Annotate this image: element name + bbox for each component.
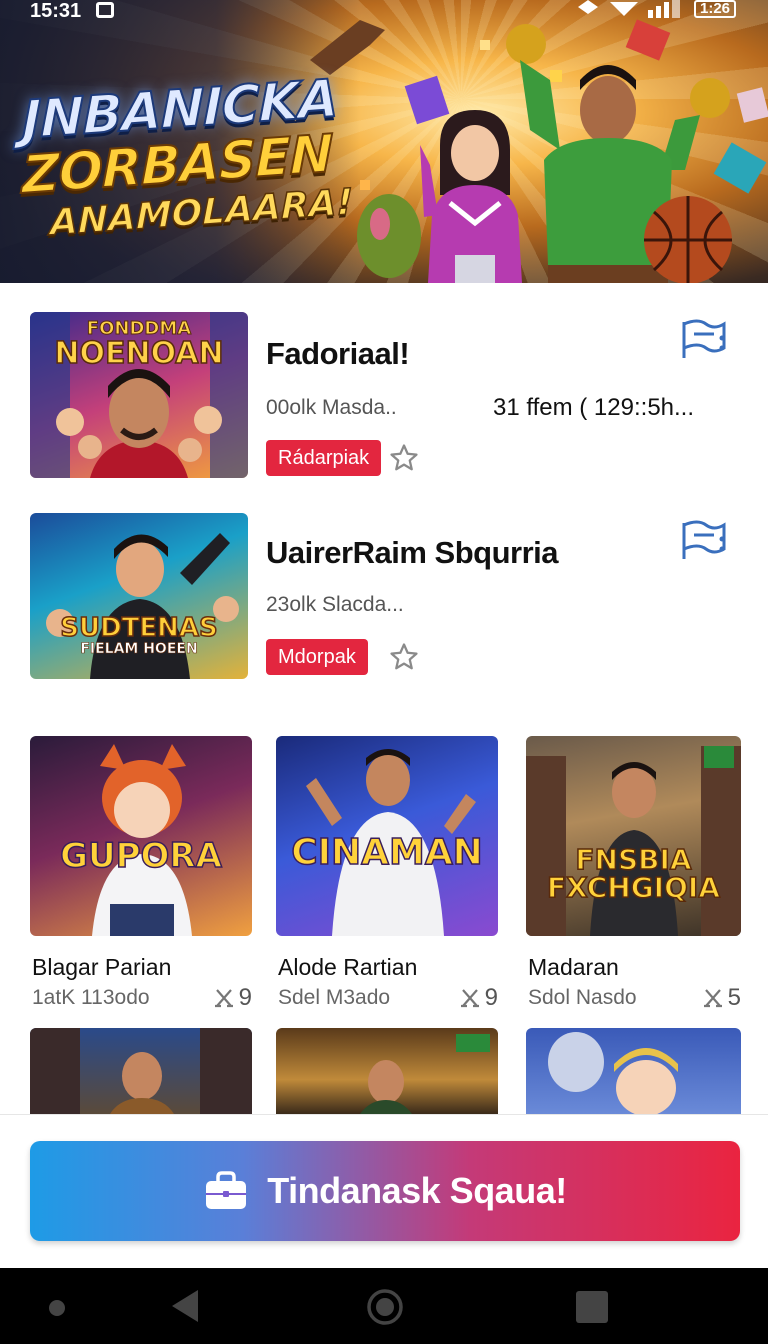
grid-card[interactable]: CINAMAN Alode Rartian Sdel M3ado 9 bbox=[276, 736, 498, 1016]
grid-card-caption: CINAMAN bbox=[290, 831, 483, 874]
grid-card-subtitle: 1atK 113odo bbox=[32, 986, 150, 1009]
grid-card-image-partial[interactable] bbox=[526, 1028, 741, 1114]
shopping-bag-icon bbox=[206, 1171, 247, 1209]
status-bar: 15:31 1:26 bbox=[0, 0, 768, 24]
status-time: 15:31 bbox=[30, 0, 82, 22]
grid-card-art bbox=[526, 746, 741, 936]
playlist-flag-icon[interactable] bbox=[680, 519, 730, 563]
notification-icon bbox=[96, 2, 114, 18]
featured-thumbnail-caption: NOENOAN bbox=[54, 335, 225, 372]
back-icon[interactable] bbox=[170, 1288, 200, 1324]
featured-thumbnail[interactable]: FONDDMA NOENOAN bbox=[30, 312, 248, 478]
grid-card[interactable]: FNSBIA FXCHGIQIA Madaran Sdol Nasdo 5 bbox=[526, 736, 741, 1016]
people-icon bbox=[703, 989, 722, 1008]
grid-card-subtitle: Sdel M3ado bbox=[278, 986, 391, 1009]
grid-card-image[interactable]: CINAMAN bbox=[276, 736, 498, 936]
system-navigation-bar bbox=[0, 1268, 768, 1344]
featured-title[interactable]: Fadoriaal! bbox=[266, 336, 410, 372]
grid-card-art bbox=[548, 1032, 678, 1114]
hero-title: JNBANICKA ZORBASEN ANAMOLAARA! bbox=[21, 68, 362, 248]
grid-card-title[interactable]: Alode Rartian bbox=[278, 954, 417, 981]
people-icon bbox=[214, 989, 233, 1008]
grid-card-count-value: 9 bbox=[484, 984, 498, 1011]
hero-balloon bbox=[357, 194, 421, 278]
grid-card-count: 5 bbox=[702, 984, 741, 1012]
grid-card-caption: FNSBIA FXCHGIQIA bbox=[546, 843, 721, 904]
featured-thumbnail[interactable]: SUDTENAS FIELAM HOEEN bbox=[30, 513, 248, 679]
recent-apps-icon[interactable] bbox=[576, 1291, 608, 1323]
playlist-flag-icon[interactable] bbox=[680, 318, 730, 362]
people-icon bbox=[460, 989, 479, 1008]
grid-card[interactable]: GUPORA Blagar Parian 1atK 113odo 9 bbox=[30, 736, 252, 1016]
featured-thumbnail-caption: SUDTENAS bbox=[59, 612, 218, 644]
featured-thumbnail-caption-sub: FIELAM HOEEN bbox=[80, 641, 198, 658]
grid-card-image-partial[interactable] bbox=[276, 1028, 498, 1114]
grid-card-subtitle: Sdol Nasdo bbox=[528, 986, 637, 1009]
featured-item[interactable]: FONDDMA NOENOAN Fadoriaal! 00olk Masda..… bbox=[0, 312, 768, 482]
grid-card-count-value: 9 bbox=[238, 984, 252, 1011]
grid-card-image[interactable]: GUPORA bbox=[30, 736, 252, 936]
grid-card-art bbox=[30, 1028, 252, 1114]
grid-card-image[interactable]: FNSBIA FXCHGIQIA bbox=[526, 736, 741, 936]
hero-banner[interactable]: JNBANICKA ZORBASEN ANAMOLAARA! bbox=[0, 0, 768, 283]
home-icon[interactable] bbox=[366, 1288, 404, 1326]
featured-badge[interactable]: Mdorpak bbox=[266, 639, 368, 675]
nav-dot-icon[interactable] bbox=[49, 1300, 65, 1316]
grid-card-caption: GUPORA bbox=[59, 835, 222, 877]
featured-subtitle: 23olk Slacda... bbox=[266, 593, 404, 616]
star-icon[interactable] bbox=[389, 642, 419, 672]
grid-card-count-value: 5 bbox=[727, 984, 741, 1011]
bottom-cta-bar: Tindanask Sqaua! bbox=[0, 1114, 768, 1268]
primary-cta-button[interactable]: Tindanask Sqaua! bbox=[30, 1141, 740, 1241]
star-icon[interactable] bbox=[389, 443, 419, 473]
hero-basketball bbox=[644, 196, 732, 283]
battery-icon: 1:26 bbox=[694, 0, 737, 18]
featured-subtitle: 00olk Masda.. bbox=[266, 396, 397, 419]
primary-cta-label: Tindanask Sqaua! bbox=[267, 1170, 567, 1211]
grid-card-count: 9 bbox=[459, 984, 498, 1012]
signal-icon bbox=[578, 0, 598, 14]
featured-title[interactable]: UairerRaim Sbqurria bbox=[266, 535, 559, 571]
cell-bars-icon bbox=[648, 0, 680, 18]
grid-card-art bbox=[360, 1034, 490, 1114]
grid-card-count: 9 bbox=[213, 984, 252, 1012]
grid-card-image-partial[interactable] bbox=[30, 1028, 252, 1114]
grid-card-title[interactable]: Blagar Parian bbox=[32, 954, 171, 981]
featured-meta: 31 ffem ( 129::5h... bbox=[493, 394, 695, 421]
featured-item[interactable]: SUDTENAS FIELAM HOEEN UairerRaim Sbqurri… bbox=[0, 513, 768, 683]
grid-card-title[interactable]: Madaran bbox=[528, 954, 619, 981]
featured-badge[interactable]: Rádarpiak bbox=[266, 440, 382, 476]
wifi-icon bbox=[610, 2, 638, 16]
